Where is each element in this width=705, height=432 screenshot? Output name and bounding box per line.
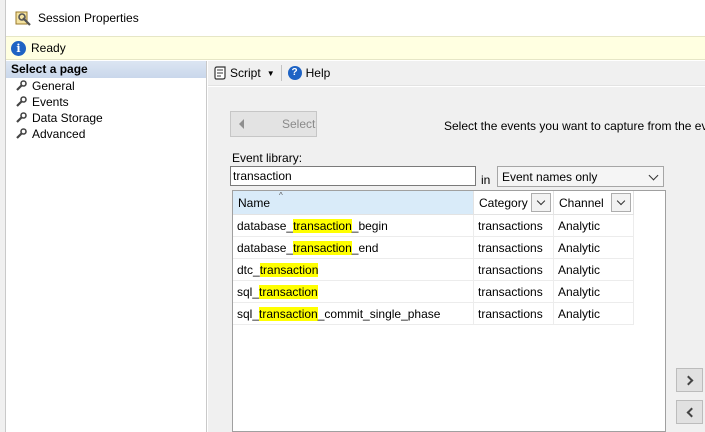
wrench-icon	[16, 128, 27, 139]
script-button[interactable]: Script ▼	[214, 66, 281, 80]
search-match-highlight: transaction	[259, 284, 318, 299]
column-header-label: Category	[479, 195, 528, 210]
grid-header: ^ Name Category Channel	[233, 191, 665, 215]
script-icon	[214, 66, 226, 80]
window-title: Session Properties	[38, 11, 139, 25]
event-channel-cell: Analytic	[554, 237, 634, 259]
sidebar-item-label: Events	[32, 95, 69, 109]
event-channel-cell: Analytic	[554, 281, 634, 303]
event-category-cell: transactions	[474, 237, 554, 259]
select-button[interactable]: Select	[230, 111, 317, 137]
event-channel-cell: Analytic	[554, 215, 634, 237]
chevron-down-icon[interactable]: ▼	[267, 69, 275, 78]
events-hint-text: Select the events you want to capture fr…	[444, 119, 705, 133]
session-properties-window: Session Properties i Ready Select a page…	[5, 0, 705, 432]
add-event-button[interactable]	[676, 368, 703, 392]
sidebar-item-general[interactable]: General	[6, 78, 206, 94]
category-filter-button[interactable]	[531, 193, 551, 212]
event-name-cell: sql_ transaction _commit_single_phase	[233, 303, 474, 325]
table-row[interactable]: sql_ transaction transactions Analytic	[233, 281, 634, 303]
events-page: Select Select the events you want to cap…	[208, 87, 705, 432]
event-name-cell: database_ transaction _end	[233, 237, 474, 259]
status-bar: i Ready	[6, 36, 705, 60]
event-library-grid: ^ Name Category Channel database_ transac…	[232, 190, 666, 432]
table-row[interactable]: database_ transaction _end transactions An…	[233, 237, 634, 259]
wrench-icon	[16, 80, 27, 91]
column-header-name[interactable]: ^ Name	[233, 191, 474, 215]
help-label: Help	[305, 66, 331, 80]
left-arrow-icon	[239, 119, 244, 129]
session-properties-icon	[14, 9, 32, 27]
column-header-category[interactable]: Category	[474, 191, 554, 215]
column-header-label: Channel	[559, 195, 604, 210]
event-library-search-input[interactable]	[230, 166, 476, 186]
remove-event-button[interactable]	[676, 400, 703, 424]
event-name-cell: sql_ transaction	[233, 281, 474, 303]
event-channel-cell: Analytic	[554, 259, 634, 281]
status-text: Ready	[31, 41, 66, 55]
sort-ascending-icon: ^	[279, 191, 283, 200]
event-name-cell: database_ transaction _begin	[233, 215, 474, 237]
event-category-cell: transactions	[474, 303, 554, 325]
title-bar: Session Properties	[6, 0, 705, 36]
search-match-highlight: transaction	[293, 218, 352, 233]
info-icon: i	[11, 40, 26, 56]
wrench-icon	[16, 112, 27, 123]
event-category-cell: transactions	[474, 215, 554, 237]
wrench-icon	[16, 96, 27, 107]
help-icon: ?	[287, 66, 302, 80]
chevron-down-icon	[616, 196, 626, 206]
sidebar-item-label: General	[32, 79, 75, 93]
search-match-highlight: transaction	[259, 306, 318, 321]
script-label: Script	[230, 66, 261, 80]
table-row[interactable]: dtc_ transaction transactions Analytic	[233, 259, 634, 281]
sidebar-item-label: Data Storage	[32, 111, 103, 125]
channel-filter-button[interactable]	[611, 193, 631, 212]
search-scope-select[interactable]: Event names only	[497, 166, 664, 187]
help-button[interactable]: ? Help	[287, 66, 331, 80]
chevron-left-icon	[686, 407, 696, 417]
select-button-label: Select	[282, 117, 316, 131]
sidebar-item-events[interactable]: Events	[6, 94, 206, 110]
column-header-label: Name	[238, 195, 271, 210]
page-selector: Select a page General Events Data Storag…	[6, 61, 207, 432]
column-header-channel[interactable]: Channel	[554, 191, 634, 215]
event-library-label: Event library:	[232, 151, 303, 165]
chevron-right-icon	[683, 375, 693, 385]
sidebar-item-data-storage[interactable]: Data Storage	[6, 110, 206, 126]
event-name-cell: dtc_ transaction	[233, 259, 474, 281]
search-match-highlight: transaction	[259, 262, 319, 277]
toolbar-separator	[280, 65, 282, 81]
sidebar-item-advanced[interactable]: Advanced	[6, 126, 206, 142]
event-category-cell: transactions	[474, 281, 554, 303]
in-label: in	[481, 173, 491, 187]
search-scope-value: Event names only	[502, 169, 598, 184]
event-category-cell: transactions	[474, 259, 554, 281]
chevron-down-icon	[536, 196, 546, 206]
search-match-highlight: transaction	[293, 240, 352, 255]
toolbar: Script ▼ ? Help	[208, 61, 705, 86]
table-row[interactable]: sql_ transaction _commit_single_phase tran…	[233, 303, 634, 325]
chevron-down-icon	[648, 170, 659, 181]
sidebar-item-label: Advanced	[32, 127, 86, 141]
sidebar-header: Select a page	[6, 61, 206, 78]
table-row[interactable]: database_ transaction _begin transactions …	[233, 215, 634, 237]
event-channel-cell: Analytic	[554, 303, 634, 325]
